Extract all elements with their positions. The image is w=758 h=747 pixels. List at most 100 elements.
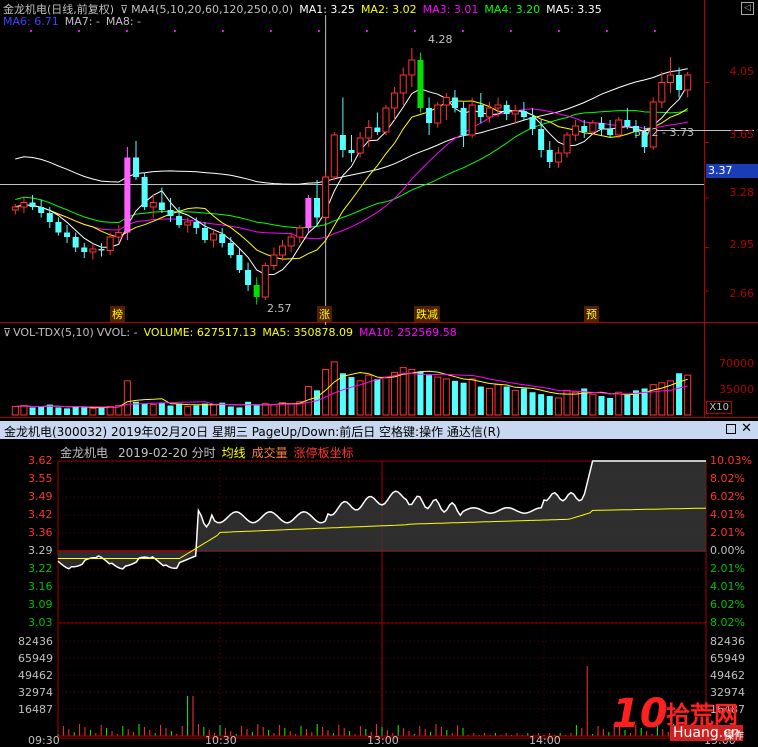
maximize-icon[interactable] — [726, 424, 736, 434]
volume-bar — [382, 376, 390, 416]
volume-bar — [684, 374, 692, 416]
candle-body — [330, 134, 338, 178]
intraday-vol-tick: 49462 — [710, 669, 745, 682]
signal-dot — [654, 30, 656, 32]
intraday-pct-tick: 2.01% — [710, 562, 745, 575]
intraday-price-tick: 3.16 — [28, 580, 53, 593]
signal-dot — [30, 30, 32, 32]
candle-body — [494, 104, 502, 109]
volume-panel[interactable]: ⊽ VOL-TDX(5,10) VVOL: - VOLUME: 627517.13 MA… — [0, 325, 758, 418]
vol-tick: 70000 — [719, 357, 754, 370]
volume-bar — [227, 406, 234, 415]
event-marker[interactable]: 预 — [584, 306, 599, 322]
candle-body — [649, 101, 657, 148]
candle-body — [322, 176, 330, 218]
candle-body — [141, 177, 148, 207]
volume-bar — [81, 407, 88, 415]
price-tick: 4.05 — [729, 65, 755, 78]
intraday-vol-tick: 49462 — [18, 669, 53, 682]
candle-body — [38, 207, 45, 213]
volume-chart[interactable] — [0, 325, 758, 418]
volume-bar — [417, 371, 424, 415]
event-marker[interactable]: 跌减 — [414, 306, 440, 322]
close-icon[interactable]: ✕ — [741, 421, 752, 436]
candle-body — [529, 117, 536, 129]
volume-bar — [607, 397, 614, 415]
candle-body — [365, 127, 373, 139]
intraday-pct-tick: 2.01% — [710, 526, 745, 539]
intraday-panel[interactable]: 金龙机电 2019-02-20 分时 均线 成交量 涨停板坐标 3.62 10.03% 3.… — [0, 439, 758, 747]
intraday-price-tick: 3.36 — [28, 526, 53, 539]
volume-bar — [624, 394, 631, 415]
candle-body — [520, 111, 527, 117]
candle-body — [408, 59, 416, 76]
volume-bar — [572, 391, 580, 416]
time-tick: 09:30 — [28, 734, 60, 747]
volume-bar — [11, 405, 19, 416]
candle-body — [477, 105, 484, 117]
signal-dot — [318, 30, 320, 32]
candle-body — [11, 206, 19, 211]
volume-bar — [55, 407, 62, 415]
watermark-op: 操作 — [724, 731, 744, 742]
volume-bar — [546, 396, 553, 415]
candle-body — [503, 105, 510, 114]
candle-body — [296, 227, 304, 238]
candle-body — [554, 152, 562, 163]
panel-divider — [0, 322, 758, 323]
candle-body — [193, 222, 200, 228]
intraday-window-titlebar[interactable]: 金龙机电(300032) 2019年02月20日 星期三 PageUp/Down… — [0, 421, 758, 439]
volume-bar — [503, 386, 510, 415]
intraday-pct-tick: 4.01% — [710, 508, 745, 521]
volume-bar — [72, 406, 79, 415]
volume-bar — [330, 361, 338, 416]
candle-body — [426, 108, 433, 123]
candle-body — [227, 243, 234, 255]
volume-bar — [477, 386, 484, 415]
candle-body — [149, 202, 157, 208]
candle-body — [348, 150, 355, 153]
volume-bar — [158, 402, 165, 415]
candle-body — [356, 137, 364, 154]
signal-dot — [366, 30, 368, 32]
volume-bar — [529, 392, 536, 415]
volume-bar — [426, 375, 433, 415]
kline-panel[interactable]: 金龙机电(日线,前复权) ⊽ MA4(5,10,20,60,120,250,0,0)… — [0, 0, 758, 325]
candle-body — [81, 247, 88, 252]
candle-body — [46, 213, 53, 222]
volume-bar — [460, 382, 467, 415]
intraday-pct-tick: 6.02% — [710, 598, 745, 611]
candle-body — [572, 125, 580, 136]
signal-dot — [606, 30, 608, 32]
signal-dot — [462, 30, 464, 32]
volume-bar — [451, 380, 458, 415]
volume-bar — [434, 376, 442, 416]
signal-dot — [174, 30, 176, 32]
signal-dot — [78, 30, 80, 32]
volume-bar — [176, 403, 183, 415]
candle-body — [245, 270, 252, 285]
candle-body — [305, 198, 312, 228]
candle-body — [624, 120, 631, 126]
intraday-price-tick: 3.03 — [28, 616, 53, 629]
watermark: 10 拾荒网 Huang.cn 操作 — [612, 691, 758, 747]
volume-bar — [391, 371, 399, 416]
low-label: 2.57 — [267, 302, 292, 315]
intraday-price-tick: 3.49 — [28, 490, 53, 503]
candle-body — [581, 126, 588, 132]
kline-chart[interactable] — [0, 0, 758, 325]
candle-body — [666, 74, 674, 83]
candle-body — [167, 210, 174, 216]
volume-bar — [167, 405, 174, 415]
candle-body — [538, 129, 545, 150]
ma1-line — [15, 84, 689, 275]
volume-bar — [314, 390, 321, 415]
event-marker[interactable]: 涨 — [317, 306, 332, 322]
intraday-pct-tick: 8.02% — [710, 616, 745, 629]
volume-bar — [29, 407, 36, 415]
signal-dot — [222, 30, 224, 32]
volume-bar — [210, 404, 218, 416]
volume-bar — [589, 393, 597, 416]
volume-bar — [356, 380, 364, 416]
event-marker[interactable]: 榜 — [110, 306, 125, 322]
